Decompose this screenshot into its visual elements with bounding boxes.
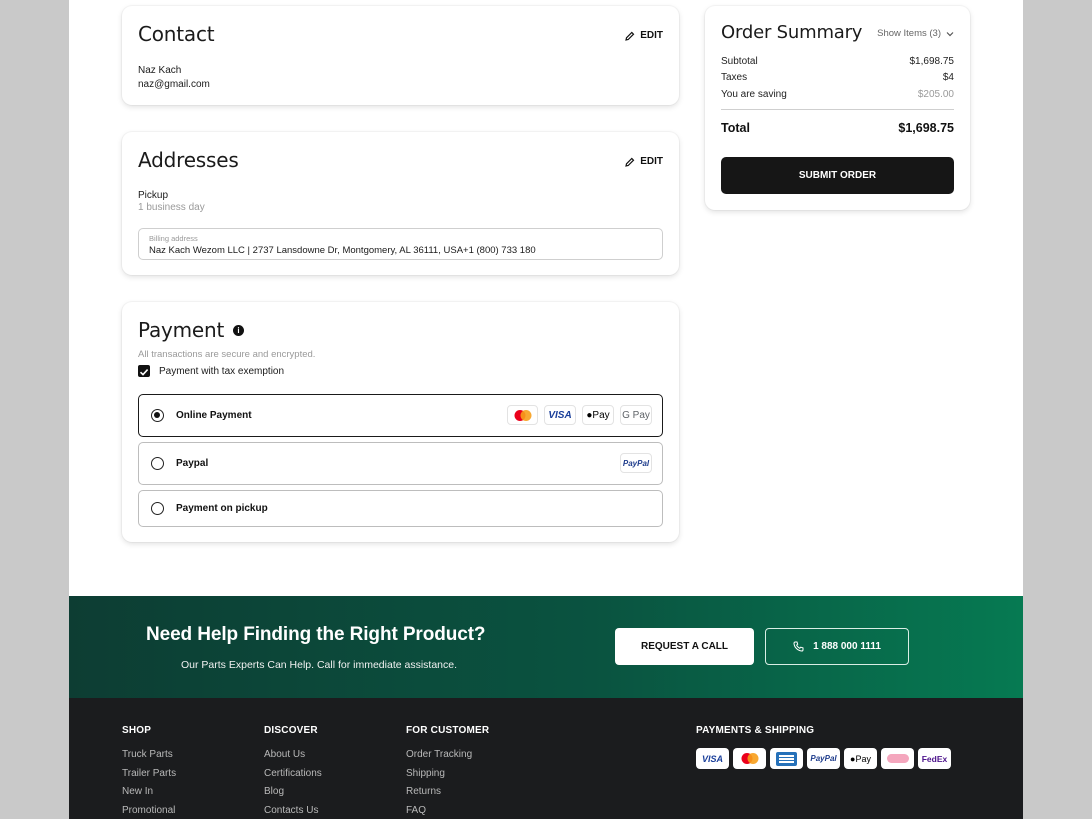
billing-address-value: Naz Kach Wezom LLC | 2737 Lansdowne Dr, … [149,245,536,256]
delivery-time: 1 business day [138,202,205,213]
pencil-icon [625,157,635,167]
taxes-value: $4 [942,72,954,83]
pencil-icon [625,31,635,41]
help-title: Need Help Finding the Right Product? [146,624,486,645]
help-subtitle: Our Parts Experts Can Help. Call for imm… [181,659,458,671]
payment-option-paypal[interactable]: Paypal PayPal [138,442,663,485]
apple-pay-icon: ● Pay [582,405,614,425]
check-icon [139,369,149,376]
payment-option-label: Payment on pickup [176,503,268,514]
subtotal-row: Subtotal $1,698.75 [721,56,954,67]
visa-icon: VISA [544,405,576,425]
footer: SHOP Truck Parts Trailer Parts New In Pr… [69,698,1023,819]
billing-address-label: Billing address [149,234,198,243]
taxes-label: Taxes [721,72,748,83]
total-row: Total $1,698.75 [721,121,954,135]
footer-link[interactable]: Shipping [406,768,445,779]
footer-link[interactable]: Trailer Parts [122,768,176,779]
tax-exemption-checkbox[interactable] [138,365,150,377]
visa-icon: VISA [696,748,729,769]
contact-card: Contact EDIT Naz Kach naz@gmail.com [122,6,679,105]
submit-order-button[interactable]: SUBMIT ORDER [721,157,954,194]
request-call-button[interactable]: REQUEST A CALL [615,628,754,665]
chevron-down-icon [946,31,954,36]
paypal-icon: PayPal [620,453,652,473]
contact-edit-label: EDIT [640,30,663,41]
footer-link[interactable]: Order Tracking [406,749,472,760]
order-summary-card: Order Summary Show Items (3) Subtotal $1… [705,6,970,210]
payment-option-pickup[interactable]: Payment on pickup [138,490,663,527]
footer-shop-title: SHOP [122,725,152,736]
footer-link[interactable]: Returns [406,786,441,797]
help-banner: Need Help Finding the Right Product? Our… [69,596,1023,698]
saving-value: $205.00 [917,89,954,100]
subtotal-value: $1,698.75 [909,56,955,67]
klarna-icon [881,748,914,769]
footer-link[interactable]: Contacts Us [264,805,318,816]
secure-note: All transactions are secure and encrypte… [138,349,316,360]
footer-customer-title: FOR CUSTOMER [406,725,490,736]
addresses-card: Addresses EDIT Pickup 1 business day Bil… [122,132,679,275]
footer-link[interactable]: FAQ [406,805,426,816]
subtotal-label: Subtotal [721,56,758,67]
payment-card: Payment i All transactions are secure an… [122,302,679,542]
phone-icon [793,641,804,652]
delivery-method: Pickup [138,190,169,201]
amex-icon [770,748,803,769]
paypal-icon: PayPal [807,748,840,769]
apple-pay-icon: ● Pay [844,748,877,769]
payment-option-online[interactable]: Online Payment VISA ● Pay G Pay [138,394,663,437]
payment-title: Payment [138,318,225,342]
fedex-icon: FedEx [918,748,951,769]
contact-title: Contact [138,22,215,46]
payment-option-label: Online Payment [176,410,252,421]
show-items-toggle[interactable]: Show Items (3) [877,28,954,39]
summary-divider [721,109,954,110]
addresses-title: Addresses [138,148,239,172]
footer-link[interactable]: Blog [264,786,284,797]
order-summary-title: Order Summary [721,22,863,43]
tax-exemption-label: Payment with tax exemption [159,366,285,377]
radio-paypal[interactable] [151,457,164,470]
show-items-label: Show Items (3) [877,28,941,39]
footer-link[interactable]: Promotional [122,805,175,816]
phone-button[interactable]: 1 888 000 1111 [765,628,909,665]
checkout-page: Contact EDIT Naz Kach naz@gmail.com Addr… [69,0,1023,819]
footer-payments-title: PAYMENTS & SHIPPING [696,725,815,736]
total-value: $1,698.75 [898,121,954,135]
contact-email: naz@gmail.com [138,79,210,90]
radio-online[interactable] [151,409,164,422]
billing-address-field[interactable]: Billing address Naz Kach Wezom LLC | 273… [138,228,663,260]
footer-link[interactable]: New In [122,786,153,797]
payment-option-label: Paypal [176,458,209,469]
online-logos: VISA ● Pay G Pay [507,405,652,425]
contact-edit-button[interactable]: EDIT [625,30,663,41]
mastercard-icon [733,748,766,769]
info-icon[interactable]: i [233,325,244,336]
taxes-row: Taxes $4 [721,72,954,83]
total-label: Total [721,121,750,135]
addresses-edit-button[interactable]: EDIT [625,156,663,167]
footer-link[interactable]: About Us [264,749,305,760]
mastercard-icon [507,405,538,425]
addresses-edit-label: EDIT [640,156,663,167]
saving-row: You are saving $205.00 [721,89,954,100]
radio-pickup[interactable] [151,502,164,515]
footer-discover-title: DISCOVER [264,725,318,736]
phone-number: 1 888 000 1111 [813,641,881,652]
footer-link[interactable]: Certifications [264,768,322,779]
google-pay-icon: G Pay [620,405,652,425]
contact-name: Naz Kach [138,65,182,76]
saving-label: You are saving [721,89,787,100]
footer-link[interactable]: Truck Parts [122,749,173,760]
